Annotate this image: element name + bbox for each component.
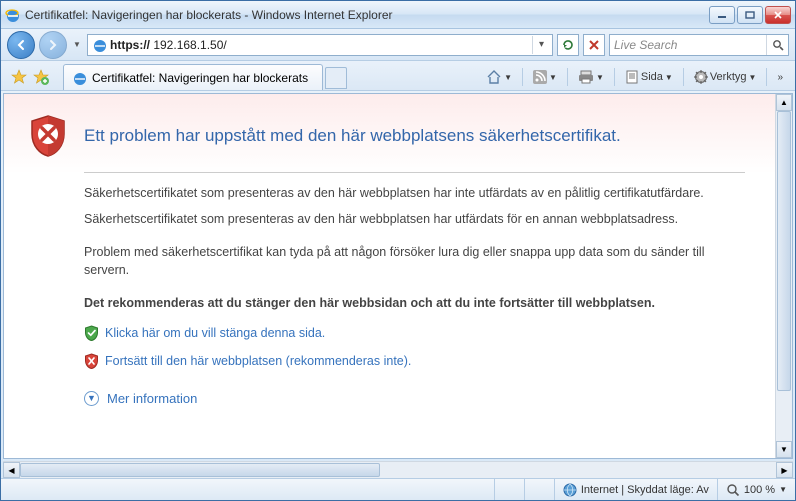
shield-warn-icon: [84, 353, 99, 369]
scroll-thumb[interactable]: [777, 111, 791, 391]
ie-window: Certifikatfel: Navigeringen har blockera…: [0, 0, 796, 501]
continue-row: Fortsätt till den här webbplatsen (rekom…: [84, 353, 745, 369]
more-info-toggle[interactable]: ▼ Mer information: [84, 391, 745, 406]
zoom-icon: [726, 483, 740, 497]
tools-menu-label: Verktyg: [710, 71, 747, 83]
zoom-value: 100 %: [744, 484, 775, 496]
hscroll-thumb[interactable]: [20, 463, 380, 477]
minimize-button[interactable]: [709, 6, 735, 24]
cert-error-page: Ett problem har uppstått med den här web…: [4, 94, 775, 458]
zoom-dropdown-icon[interactable]: ▼: [779, 485, 787, 494]
address-bar[interactable]: https:// 192.168.1.50/ ▾: [87, 34, 553, 56]
search-box[interactable]: Live Search: [609, 34, 789, 56]
search-button[interactable]: [766, 35, 788, 55]
cert-error-page-icon: [92, 37, 108, 53]
add-to-favorites-icon[interactable]: [31, 67, 51, 87]
url-host: 192.168.1.50/: [150, 38, 227, 52]
status-cell-empty2: [525, 479, 555, 500]
tab-page-icon: [72, 70, 88, 86]
nav-bar: ▼ https:// 192.168.1.50/ ▾ Live Search: [1, 29, 795, 61]
toolbar-chevron[interactable]: »: [773, 70, 787, 85]
command-bar: ▼ ▼ ▼ Sida ▼ Verktyg ▼: [482, 64, 791, 90]
internet-zone-icon: [563, 483, 577, 497]
vertical-scrollbar[interactable]: ▲ ▼: [775, 94, 792, 458]
page-heading: Ett problem har uppstått med den här web…: [84, 114, 621, 146]
feeds-button[interactable]: ▼: [529, 68, 561, 86]
tools-menu-button[interactable]: Verktyg ▼: [690, 68, 761, 86]
refresh-button[interactable]: [557, 34, 579, 56]
ie-logo-icon: [5, 7, 21, 23]
back-button[interactable]: [7, 31, 35, 59]
scroll-up-button[interactable]: ▲: [776, 94, 792, 111]
page-menu-button[interactable]: Sida ▼: [621, 68, 677, 86]
shield-error-icon: [28, 114, 68, 158]
divider: [84, 172, 745, 173]
more-info-label: Mer information: [107, 391, 197, 406]
horizontal-scrollbar[interactable]: ◀ ▶: [3, 461, 793, 478]
url-scheme: https://: [110, 38, 150, 52]
stop-button[interactable]: [583, 34, 605, 56]
tab-bar: Certifikatfel: Navigeringen har blockera…: [1, 61, 795, 91]
home-button[interactable]: ▼: [482, 67, 516, 87]
status-bar: Internet | Skyddat läge: Av 100 % ▼: [1, 478, 795, 500]
close-page-row: Klicka här om du vill stänga denna sida.: [84, 325, 745, 341]
close-button[interactable]: [765, 6, 791, 24]
favorites-star-icon[interactable]: [9, 67, 29, 87]
viewport: Ett problem har uppstått med den här web…: [3, 93, 793, 459]
address-text[interactable]: https:// 192.168.1.50/: [110, 38, 532, 52]
address-dropdown[interactable]: ▾: [532, 36, 550, 54]
cert-address-warning: Säkerhetscertifikatet som presenteras av…: [84, 211, 745, 229]
close-page-link[interactable]: Klicka här om du vill stänga denna sida.: [105, 326, 325, 340]
page-menu-label: Sida: [641, 71, 663, 83]
status-cell-empty1: [495, 479, 525, 500]
window-title: Certifikatfel: Navigeringen har blockera…: [25, 8, 709, 22]
scroll-left-button[interactable]: ◀: [3, 462, 20, 478]
security-zone[interactable]: Internet | Skyddat läge: Av: [555, 479, 718, 500]
forward-button[interactable]: [39, 31, 67, 59]
zoom-control[interactable]: 100 % ▼: [718, 483, 795, 497]
scroll-right-button[interactable]: ▶: [776, 462, 793, 478]
continue-link[interactable]: Fortsätt till den här webbplatsen (rekom…: [105, 354, 411, 368]
titlebar: Certifikatfel: Navigeringen har blockera…: [1, 1, 795, 29]
cert-issuer-warning: Säkerhetscertifikatet som presenteras av…: [84, 185, 745, 203]
new-tab-button[interactable]: [325, 67, 347, 89]
scroll-down-button[interactable]: ▼: [776, 441, 792, 458]
maximize-button[interactable]: [737, 6, 763, 24]
tab-title: Certifikatfel: Navigeringen har blockera…: [92, 71, 308, 85]
nav-history-dropdown[interactable]: ▼: [71, 35, 83, 55]
cert-risk-warning: Problem med säkerhetscertifikat kan tyda…: [84, 244, 745, 279]
status-spacer: [1, 479, 495, 500]
tab-active[interactable]: Certifikatfel: Navigeringen har blockera…: [63, 64, 323, 90]
expand-icon: ▼: [84, 391, 99, 406]
zone-text: Internet | Skyddat läge: Av: [581, 484, 709, 496]
search-placeholder: Live Search: [610, 38, 766, 52]
print-button[interactable]: ▼: [574, 68, 608, 86]
shield-ok-icon: [84, 325, 99, 341]
cert-recommendation: Det rekommenderas att du stänger den här…: [84, 295, 745, 313]
